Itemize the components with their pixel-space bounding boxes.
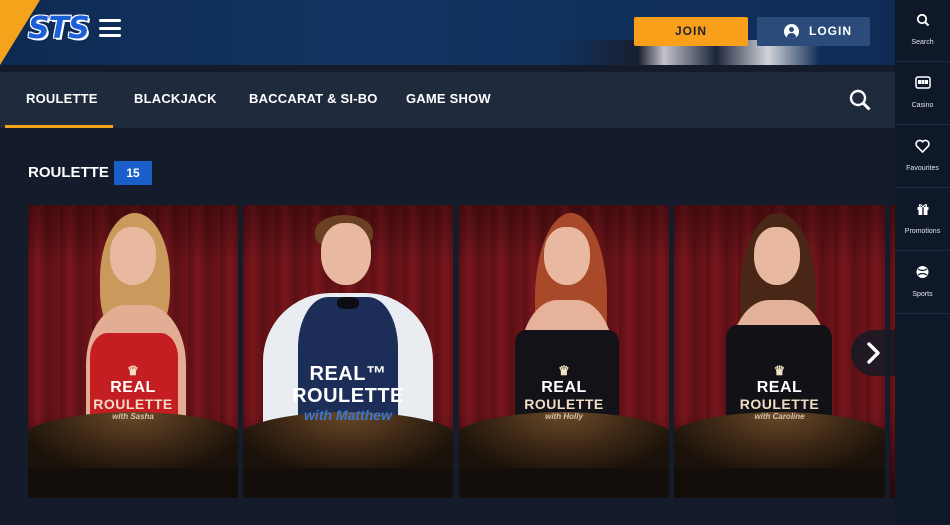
sidebar-item-favourites[interactable]: Favourites [895,126,950,188]
gift-icon [917,204,928,215]
carousel-next-button[interactable] [851,330,895,376]
sidebar-label-promotions: Promotions [904,228,941,235]
top-header: STS JOIN LOGIN [0,0,895,65]
game-host: with Matthew [304,407,392,423]
game-host: with Sasha [112,412,154,421]
sidebar-label-favourites: Favourites [906,165,939,172]
game-host: with Caroline [754,412,805,421]
game-title-line2: ROULETTE [292,385,404,407]
game-count-badge: 15 [114,161,152,185]
tab-game-show[interactable]: GAME SHOW [406,72,491,128]
sidebar-item-promotions[interactable]: Promotions [895,189,950,251]
table-base [674,468,885,498]
game-title: ♛ REAL ROULETTE with Holly [459,363,669,421]
search-icon [916,13,929,27]
sidebar-item-search[interactable]: Search [895,0,950,62]
section-title: ROULETTE [28,164,109,181]
sidebar-label-search: Search [911,39,934,46]
game-tile-real-roulette-sasha[interactable]: ♛ REAL ROULETTE with Sasha [28,205,238,498]
dealer-face [321,223,371,285]
game-tile-real-roulette-holly[interactable]: ♛ REAL ROULETTE with Holly [459,205,669,498]
tab-blackjack[interactable]: BLACKJACK [134,72,217,128]
game-title: REAL™ ROULETTE with Matthew [243,363,453,423]
tab-search-icon[interactable] [848,88,872,112]
game-host: with Holly [545,412,583,421]
crown-icon: ♛ [127,363,139,378]
crown-icon: ♛ [558,363,570,378]
game-title-line1: REAL™ [309,363,387,385]
game-title-line1: REAL [756,379,803,396]
login-label: LOGIN [809,24,852,38]
heart-icon [915,139,930,153]
dealer-face [110,227,156,285]
game-title-line1: REAL [541,379,587,396]
roulette-table [28,412,238,472]
user-icon [784,24,799,39]
category-tabs: ROULETTE BLACKJACK BACCARAT & SI-BO GAME… [0,72,895,128]
hamburger-menu-icon[interactable] [99,19,121,37]
ball-icon [916,266,929,278]
game-title-line2: ROULETTE [93,396,173,412]
roulette-table [459,412,669,472]
game-title: ♛ REAL ROULETTE with Sasha [28,363,238,421]
tab-roulette[interactable]: ROULETTE [5,72,113,128]
slot-machine-icon [914,76,931,89]
sidebar-label-sports: Sports [912,291,933,298]
sidebar-label-casino: Casino [911,102,934,109]
right-sidebar: Search Casino Favourites Promotions Spor… [895,0,950,525]
sts-logo[interactable]: STS [28,11,90,46]
tab-baccarat-si-bo[interactable]: BACCARAT & SI-BO [249,72,378,128]
game-tile-real-roulette-matthew[interactable]: REAL™ ROULETTE with Matthew [243,205,453,498]
table-base [459,468,669,498]
table-base [243,468,453,498]
login-button[interactable]: LOGIN [757,17,870,46]
table-base [28,468,238,498]
dealer-face [754,227,800,285]
join-button[interactable]: JOIN [634,17,748,46]
game-title-line2: ROULETTE [739,396,820,412]
bow-tie [337,297,359,309]
dealer-face [544,227,590,285]
sidebar-item-sports[interactable]: Sports [895,252,950,314]
roulette-table [674,412,885,472]
game-title-line1: REAL [110,379,156,396]
chevron-right-icon [867,342,880,364]
sidebar-item-casino[interactable]: Casino [895,63,950,125]
game-title-line2: ROULETTE [524,396,604,412]
